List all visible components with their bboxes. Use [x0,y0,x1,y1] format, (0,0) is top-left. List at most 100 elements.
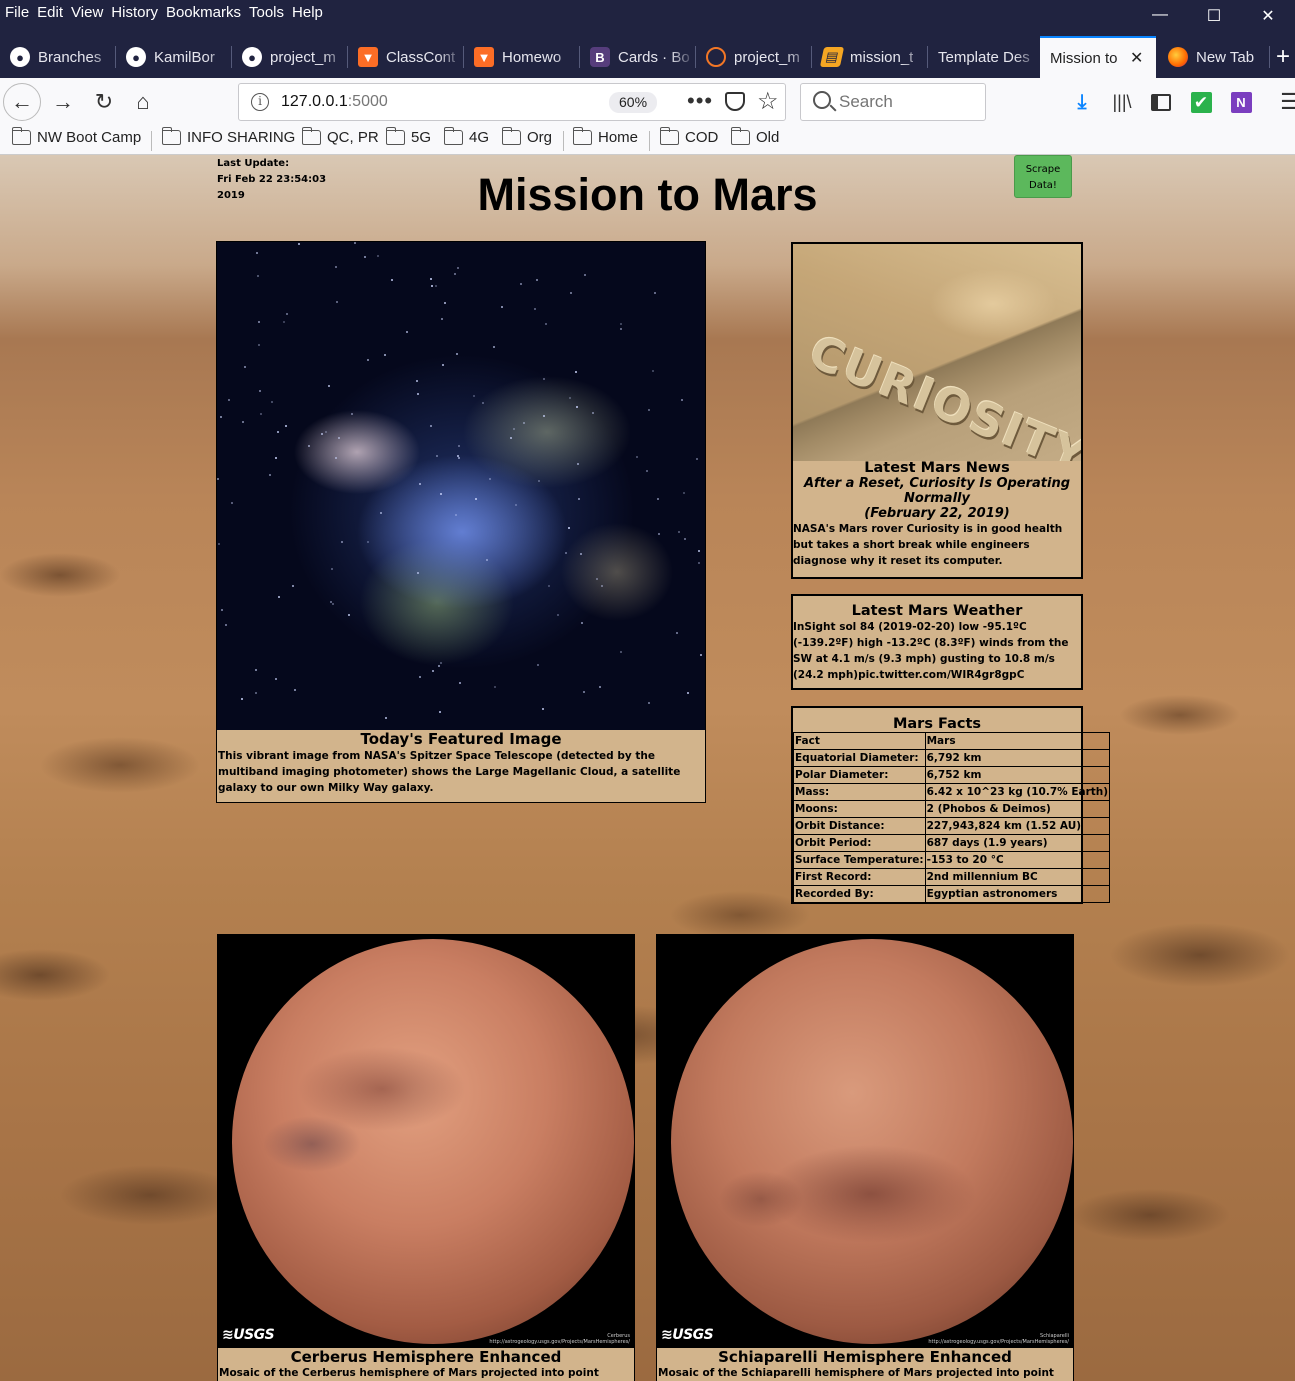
fact-value: Mars [924,732,1111,750]
folder-icon [659,127,679,145]
library-icon[interactable]: |||\ [1108,88,1136,116]
menu-help[interactable]: Help [291,4,330,21]
bookmark-qc-pr[interactable]: QC, PR [301,127,379,146]
star-dot [548,585,550,587]
onenote-icon[interactable]: N [1227,88,1255,116]
url-bar[interactable]: i 127.0.0.1:5000 60% ••• ☆ [238,83,786,121]
page-actions-menu-icon[interactable]: ••• [687,88,713,114]
forward-arrow-icon[interactable]: → [45,84,81,120]
tab-cards-bootstrap[interactable]: B Cards · Bo [580,36,696,78]
weather-heading: Latest Mars Weather [851,603,1023,619]
bookmark-5g[interactable]: 5G [385,127,431,146]
bookmark-label: Home [598,129,639,146]
sidebar-icon[interactable] [1147,88,1175,116]
close-tab-icon[interactable]: ✕ [1130,48,1143,68]
fact-value: 2nd millennium BC [924,868,1111,886]
star-dot [328,385,330,387]
bookmark-4g[interactable]: 4G [443,127,489,146]
folder-icon [443,127,463,145]
tab-mission-t[interactable]: ▤ mission_t [812,36,928,78]
mars-weather-card: Latest Mars Weather InSight sol 84 (2019… [791,594,1083,690]
star-dot [231,502,233,504]
tab-homework[interactable]: ▼ Homewo [464,36,580,78]
checkmark-extension-icon[interactable]: ✔ [1187,88,1215,116]
menu-bookmarks[interactable]: Bookmarks [165,4,248,21]
menu-tools[interactable]: Tools [248,4,291,21]
menu-edit[interactable]: Edit [36,4,70,21]
tab-classcont[interactable]: ▼ ClassCont [348,36,464,78]
table-row: First Record: 2nd millennium BC [793,868,1111,886]
tab-branches[interactable]: ● Branches [0,36,116,78]
star-dot [331,568,333,570]
scrape-data-button[interactable]: Scrape Data! [1014,155,1072,198]
downloads-icon[interactable]: ⤓ [1068,88,1096,116]
pocket-icon[interactable] [725,92,745,111]
star-dot [687,692,689,694]
back-arrow-icon[interactable]: ← [3,83,41,121]
tab-project-m-jupyter[interactable]: project_m [696,36,812,78]
zoom-level-badge[interactable]: 60% [609,92,658,113]
menu-file[interactable]: File [4,4,36,21]
bookmark-info-sharing[interactable]: INFO SHARING [161,127,295,146]
tab-mission-to-mars[interactable]: Mission to ✕ [1040,36,1156,78]
minimize-button[interactable]: — [1133,6,1187,26]
fact-label: Fact [793,732,926,750]
fact-label: Polar Diameter: [793,766,926,784]
star-dot [489,478,491,480]
star-dot [455,514,457,516]
bookmark-nw-boot-camp[interactable]: NW Boot Camp [11,127,141,146]
star-dot [620,323,622,325]
bookmark-star-icon[interactable]: ☆ [757,87,779,116]
fact-value: 227,943,824 km (1.52 AU) [924,817,1111,835]
fact-value: Egyptian astronomers [924,885,1111,903]
search-input[interactable] [839,92,979,112]
tab-label: New Tab [1196,48,1255,66]
reload-icon[interactable]: ↻ [86,84,122,120]
star-dot [439,711,441,713]
fact-label: Equatorial Diameter: [793,749,926,767]
hamburger-menu-icon[interactable]: ☰ [1276,88,1295,116]
site-info-icon[interactable]: i [251,93,269,111]
bookmarks-bar: NW Boot Camp INFO SHARING QC, PR 5G 4G O… [0,125,1295,155]
tab-project-m-github[interactable]: ● project_m [232,36,348,78]
search-bar[interactable] [800,83,986,121]
star-dot [501,306,503,308]
menu-view[interactable]: View [70,4,110,21]
star-dot [430,278,432,280]
bookmark-old[interactable]: Old [730,127,779,146]
star-dot [678,531,680,533]
maximize-button[interactable]: ☐ [1187,6,1241,26]
schiaparelli-hemisphere-image[interactable]: ≋USGS Schiaparelli http://astrogeology.us… [657,935,1073,1348]
tab-kamilbor[interactable]: ● KamilBor [116,36,232,78]
star-dot [221,609,223,611]
bookmark-cod[interactable]: COD [659,127,718,146]
bookmark-home[interactable]: Home [572,127,639,146]
star-dot [681,399,683,401]
new-tab-plus-icon[interactable]: + [1274,36,1295,78]
star-dot [658,533,660,535]
close-window-button[interactable]: ✕ [1241,6,1295,26]
menu-history[interactable]: History [110,4,165,21]
star-dot [493,346,495,348]
star-dot [584,274,586,276]
tab-label: Mission to [1050,49,1118,67]
star-dot [278,596,280,598]
star-dot [351,413,353,415]
star-dot [620,328,622,330]
url-text[interactable]: 127.0.0.1:5000 [281,93,388,111]
home-icon[interactable]: ⌂ [125,84,161,120]
cerberus-hemisphere-card: ≋USGS Cerberus http://astrogeology.usgs.g… [217,934,635,1381]
tab-new-tab[interactable]: New Tab [1158,36,1270,78]
tab-template-des[interactable]: Template Des [928,36,1040,78]
star-dot [225,624,227,626]
cerberus-hemisphere-image[interactable]: ≋USGS Cerberus http://astrogeology.usgs.g… [218,935,634,1348]
featured-galaxy-image[interactable] [217,242,705,730]
bookmark-org[interactable]: Org [501,127,552,146]
star-dot [391,279,393,281]
star-dot [241,698,243,700]
table-row: Orbit Period: 687 days (1.9 years) [793,834,1111,852]
github-icon: ● [242,47,262,67]
curiosity-news-image[interactable]: CURIOSITY [793,244,1081,461]
table-row: Equatorial Diameter: 6,792 km [793,749,1111,767]
star-dot [277,431,279,433]
